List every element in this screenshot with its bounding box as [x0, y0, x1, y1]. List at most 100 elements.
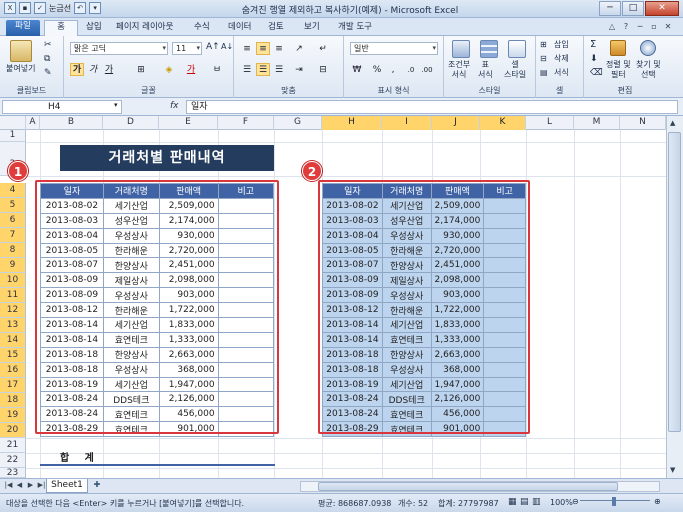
doc-minimize-icon[interactable]: ─	[635, 22, 645, 32]
tab-page-layout[interactable]: 페이지 레이아웃	[116, 21, 173, 36]
find-select-icon[interactable]	[640, 40, 656, 56]
zoom-slider-knob[interactable]	[612, 497, 616, 506]
scroll-down-icon[interactable]: ▼	[670, 466, 675, 474]
scroll-up-icon[interactable]: ▲	[670, 119, 675, 127]
column-header[interactable]: A	[26, 116, 40, 130]
column-header[interactable]: L	[526, 116, 574, 130]
fill-color-icon[interactable]: ◈	[162, 63, 176, 76]
next-sheet-icon[interactable]: ▶	[26, 481, 35, 489]
excel-logo-icon[interactable]: X	[4, 2, 16, 14]
format-as-table-icon[interactable]	[480, 40, 498, 58]
row-header[interactable]: 18	[0, 393, 26, 408]
align-center-icon[interactable]: ☰	[256, 63, 270, 76]
row-header[interactable]: 19	[0, 408, 26, 423]
bold-button[interactable]: 가	[70, 63, 84, 76]
format-cells-button[interactable]: 서식	[554, 68, 569, 78]
align-top-icon[interactable]: ≡	[240, 42, 254, 55]
maximize-button[interactable]: □	[622, 1, 644, 16]
row-header[interactable]: 22	[0, 453, 26, 468]
row-header[interactable]: 11	[0, 288, 26, 303]
underline-button[interactable]: 가	[102, 63, 116, 76]
page-break-view-icon[interactable]: ▥	[532, 497, 541, 507]
collapse-ribbon-icon[interactable]: △	[607, 22, 617, 32]
horizontal-scroll-thumb[interactable]	[318, 482, 618, 491]
vertical-scroll-thumb[interactable]	[668, 132, 681, 432]
normal-view-icon[interactable]: ▦	[508, 497, 517, 507]
tab-review[interactable]: 검토	[268, 21, 284, 36]
autosum-icon[interactable]: Σ	[590, 40, 596, 50]
sort-filter-button[interactable]: 정렬 및 필터	[606, 60, 631, 80]
cut-icon[interactable]: ✂	[44, 40, 52, 50]
column-header[interactable]: G	[274, 116, 322, 130]
delete-cells-icon[interactable]: ⊟	[540, 54, 547, 64]
comma-button[interactable]: ,	[386, 63, 400, 76]
column-header[interactable]: J	[432, 116, 480, 130]
row-header[interactable]: 15	[0, 348, 26, 363]
first-sheet-icon[interactable]: |◀	[4, 481, 13, 489]
close-button[interactable]: ✕	[645, 1, 679, 16]
percent-button[interactable]: %	[370, 63, 384, 76]
phonetic-icon[interactable]: ㅂ	[210, 63, 224, 76]
find-select-button[interactable]: 찾기 및 선택	[636, 60, 661, 80]
merge-center-icon[interactable]: ⊟	[316, 63, 330, 76]
tab-view[interactable]: 보기	[304, 21, 320, 36]
shrink-font-icon[interactable]: A↓	[221, 42, 233, 52]
insert-cells-icon[interactable]: ⊞	[540, 40, 547, 50]
row-header[interactable]: 20	[0, 423, 26, 438]
indent-icon[interactable]: ⇥	[292, 63, 306, 76]
borders-icon[interactable]: ⊞	[134, 63, 148, 76]
row-header[interactable]: 4	[0, 183, 26, 198]
zoom-in-icon[interactable]: ⊕	[654, 497, 661, 506]
align-left-icon[interactable]: ☰	[240, 63, 254, 76]
zoom-level[interactable]: 100%	[550, 498, 573, 507]
row-header[interactable]: 16	[0, 363, 26, 378]
orientation-icon[interactable]: ↗	[292, 42, 306, 55]
insert-cells-button[interactable]: 삽입	[554, 40, 569, 50]
row-header[interactable]: 10	[0, 273, 26, 288]
tab-data[interactable]: 데이터	[228, 21, 251, 36]
cell-styles-button[interactable]: 셀 스타일	[504, 60, 526, 80]
zoom-out-icon[interactable]: ⊖	[572, 497, 579, 506]
fill-icon[interactable]: ⬇	[590, 54, 598, 64]
column-header[interactable]: N	[620, 116, 666, 130]
number-format-combo[interactable]: 일반 ▾	[350, 42, 438, 55]
align-middle-icon[interactable]: ≡	[256, 42, 270, 55]
wrap-text-icon[interactable]: ↵	[316, 42, 330, 55]
column-header[interactable]: F	[218, 116, 274, 130]
column-header[interactable]: M	[574, 116, 620, 130]
row-header[interactable]: 7	[0, 228, 26, 243]
name-box[interactable]: H4	[2, 100, 122, 114]
copy-icon[interactable]: ⧉	[44, 54, 50, 64]
sheet-tab-sheet1[interactable]: Sheet1	[46, 479, 88, 493]
tab-formulas[interactable]: 수식	[194, 21, 210, 36]
currency-icon[interactable]: ₩	[350, 63, 364, 76]
row-header[interactable]: 23	[0, 468, 26, 478]
grow-font-icon[interactable]: A↑	[206, 42, 220, 52]
column-header[interactable]: H	[322, 116, 382, 130]
paste-icon[interactable]	[10, 40, 32, 62]
row-header[interactable]: 13	[0, 318, 26, 333]
chevron-down-icon[interactable]: ▾	[114, 101, 118, 109]
row-header[interactable]: 21	[0, 438, 26, 453]
help-icon[interactable]: ?	[621, 22, 631, 32]
insert-function-icon[interactable]: fx	[170, 101, 179, 111]
customize-qat-icon[interactable]: ▾	[89, 2, 102, 14]
gridlines-checkbox[interactable]: ✓	[34, 2, 46, 14]
cell-styles-icon[interactable]	[508, 40, 526, 58]
prev-sheet-icon[interactable]: ◀	[15, 481, 24, 489]
conditional-format-button[interactable]: 조건부 서식	[448, 60, 470, 80]
row-header[interactable]: 6	[0, 213, 26, 228]
row-header[interactable]: 14	[0, 333, 26, 348]
align-right-icon[interactable]: ☰	[272, 63, 286, 76]
row-header[interactable]: 8	[0, 243, 26, 258]
minimize-button[interactable]: ─	[599, 1, 621, 16]
paste-button[interactable]: 붙여넣기	[6, 64, 35, 74]
font-color-icon[interactable]: 가	[184, 63, 198, 76]
decrease-decimal-icon[interactable]: .00	[420, 63, 434, 76]
sort-filter-icon[interactable]	[610, 40, 626, 56]
format-painter-icon[interactable]: ✎	[44, 68, 52, 78]
row-header[interactable]: 9	[0, 258, 26, 273]
tab-file[interactable]: 파일	[6, 20, 40, 36]
column-header[interactable]: E	[159, 116, 218, 130]
delete-cells-button[interactable]: 삭제	[554, 54, 569, 64]
